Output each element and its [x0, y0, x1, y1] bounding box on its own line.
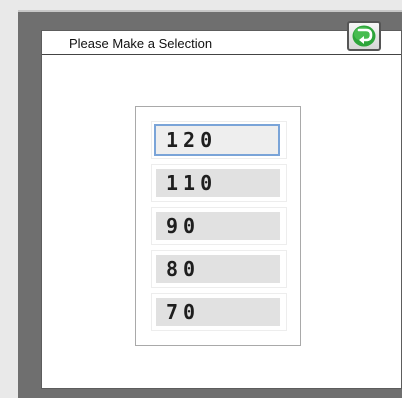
- selection-dialog: Please Make a Selection 120 110 90 80 70: [41, 21, 402, 389]
- option-label: 80: [156, 255, 280, 283]
- dialog-header: Please Make a Selection: [42, 21, 401, 55]
- dialog-title: Please Make a Selection: [69, 36, 213, 51]
- options-list: 120 110 90 80 70: [151, 121, 287, 336]
- return-arrow-icon: [352, 25, 376, 47]
- option-120[interactable]: 120: [151, 121, 287, 159]
- app-frame: Please Make a Selection 120 110 90 80 70: [18, 10, 402, 398]
- option-label: 120: [154, 124, 280, 156]
- option-110[interactable]: 110: [151, 164, 287, 202]
- option-70[interactable]: 70: [151, 293, 287, 331]
- back-button[interactable]: [347, 21, 381, 51]
- option-80[interactable]: 80: [151, 250, 287, 288]
- option-90[interactable]: 90: [151, 207, 287, 245]
- option-label: 90: [156, 212, 280, 240]
- option-label: 70: [156, 298, 280, 326]
- top-divider: [18, 10, 402, 12]
- option-label: 110: [156, 169, 280, 197]
- options-list-panel: 120 110 90 80 70: [135, 106, 301, 346]
